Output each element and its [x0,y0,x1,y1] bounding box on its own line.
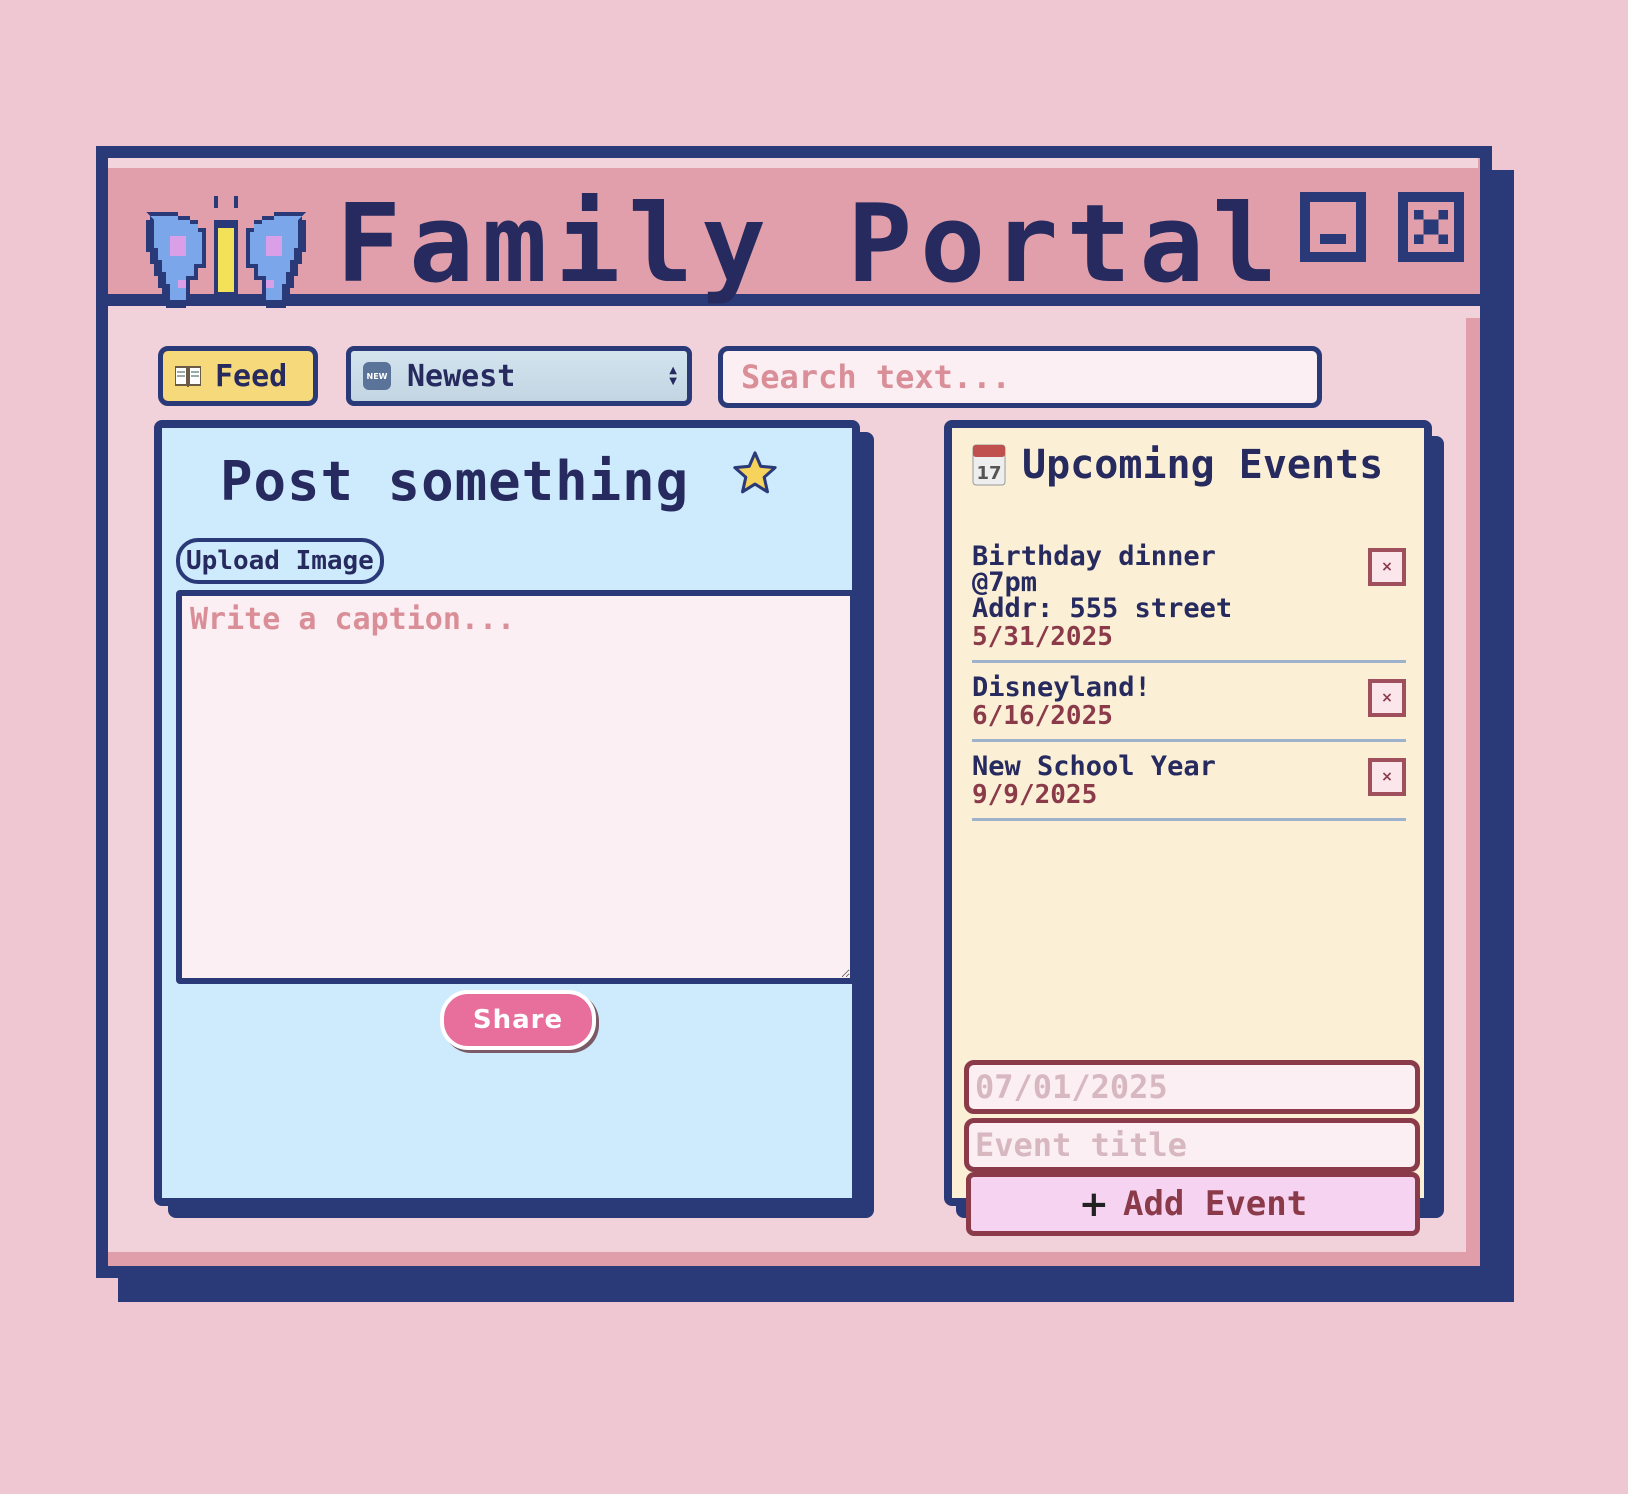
delete-event-button[interactable]: × [1368,548,1406,586]
post-panel: Post something Upload Image Share [154,420,860,1206]
event-item: New School Year 9/9/2025 × [972,748,1406,821]
close-button[interactable] [1398,192,1464,262]
titlebar-highlight [108,158,1478,168]
event-title: New School Year [972,751,1216,782]
select-arrows-icon: ▲ ▼ [669,365,677,387]
search-input[interactable] [718,346,1322,408]
add-event-label: Add Event [1122,1184,1308,1224]
event-date: 9/9/2025 [972,780,1098,810]
app-title: Family Portal [336,182,1286,307]
event-item: Disneyland! 6/16/2025 × [972,669,1406,742]
star-icon [733,451,777,494]
minimize-icon [1320,234,1346,244]
delete-event-button[interactable]: × [1368,679,1406,717]
caption-input[interactable] [176,590,856,984]
sort-select[interactable]: NEW Newest ▲ ▼ [346,346,692,406]
event-item: Birthday dinner @7pm Addr: 555 street 5/… [972,538,1406,663]
window-right-shade [1466,318,1480,1266]
feed-button[interactable]: Feed [158,346,318,406]
events-title: Upcoming Events [1022,442,1384,488]
event-date: 5/31/2025 [972,622,1113,652]
minimize-button[interactable] [1300,192,1366,262]
sort-selected-value: Newest [407,358,516,394]
events-header: 17 Upcoming Events [972,442,1383,488]
app-window: Family Portal Feed NEW Newest ▲ ▼ Search… [96,146,1492,1278]
event-date: 6/16/2025 [972,701,1113,731]
close-icon [1414,210,1448,244]
event-title: Disneyland! [972,672,1151,703]
calendar-icon: 17 [972,444,1006,486]
title-bar[interactable]: Family Portal [108,158,1480,308]
calendar-icon-day: 17 [976,463,1001,484]
plus-icon: + [1078,1183,1109,1225]
event-list: Birthday dinner @7pm Addr: 555 street 5/… [972,538,1406,827]
events-panel: 17 Upcoming Events Birthday dinner @7pm … [944,420,1432,1236]
feed-label: Feed [215,358,288,394]
window-bottom-shade [108,1252,1480,1266]
new-badge-icon: NEW [363,362,391,390]
butterfly-icon [146,196,306,308]
event-title: Birthday dinner @7pm Addr: 555 street [972,541,1233,624]
upload-image-button[interactable]: Upload Image [176,538,384,584]
event-date-input[interactable] [964,1060,1420,1114]
open-book-icon [175,366,201,387]
delete-event-button[interactable]: × [1368,758,1406,796]
share-button[interactable]: Share [440,990,596,1050]
add-event-button[interactable]: + Add Event [966,1172,1420,1236]
post-title: Post something [220,450,690,513]
event-title-input[interactable] [964,1118,1420,1172]
